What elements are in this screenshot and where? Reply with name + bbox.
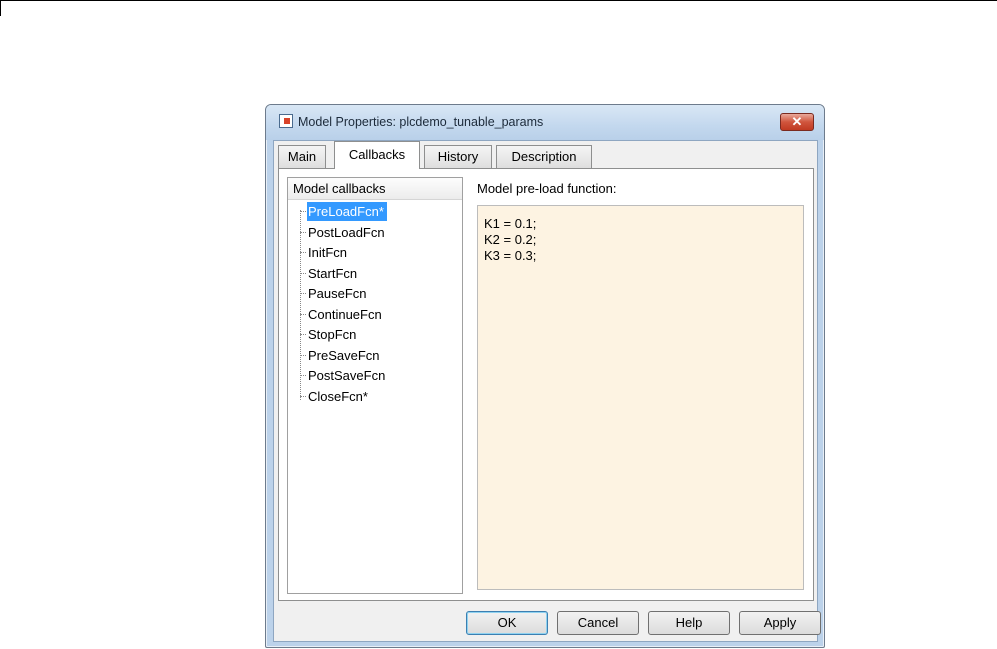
tree-item-label: InitFcn xyxy=(308,245,348,260)
tab-history-label: History xyxy=(437,149,479,164)
page-left-rule xyxy=(0,0,1,16)
dialog-client-area: Main Callbacks History Description Model… xyxy=(273,140,821,642)
window-title: Model Properties: plcdemo_tunable_params xyxy=(298,115,544,129)
editor-label: Model pre-load function: xyxy=(477,181,617,196)
code-line: K1 = 0.1; xyxy=(484,216,537,231)
close-button[interactable]: ✕ xyxy=(780,113,814,131)
help-button[interactable]: Help xyxy=(648,611,730,635)
apply-button[interactable]: Apply xyxy=(739,611,821,635)
tree-item-label: PauseFcn xyxy=(308,286,367,301)
tree-item-label: PostLoadFcn xyxy=(308,225,385,240)
code-line: K2 = 0.2; xyxy=(484,232,537,247)
tab-description[interactable]: Description xyxy=(496,145,592,168)
tree-item-label: StopFcn xyxy=(308,327,357,342)
title-bar[interactable]: Model Properties: plcdemo_tunable_params… xyxy=(266,105,824,140)
callbacks-tree: Model callbacks PreLoadFcn* PostLoadFcn … xyxy=(287,177,463,594)
ok-button[interactable]: OK xyxy=(466,611,548,635)
tab-main[interactable]: Main xyxy=(278,145,326,168)
simulink-model-icon xyxy=(279,114,293,128)
tree-item-label: PreLoadFcn* xyxy=(307,202,387,221)
tab-callbacks-label: Callbacks xyxy=(348,147,406,162)
tree-connector-line xyxy=(300,210,301,400)
tree-item-label: CloseFcn* xyxy=(308,389,368,404)
callbacks-tab-panel: Model callbacks PreLoadFcn* PostLoadFcn … xyxy=(278,168,814,601)
tab-description-label: Description xyxy=(511,149,577,164)
callback-code-editor[interactable]: K1 = 0.1; K2 = 0.2; K3 = 0.3; xyxy=(477,205,804,590)
cancel-button[interactable]: Cancel xyxy=(557,611,639,635)
tab-history[interactable]: History xyxy=(424,145,492,168)
tab-main-label: Main xyxy=(287,149,317,164)
tree-item-label: PreSaveFcn xyxy=(308,348,380,363)
tree-item-label: PostSaveFcn xyxy=(308,368,386,383)
code-line: K3 = 0.3; xyxy=(484,248,537,263)
tab-callbacks[interactable]: Callbacks xyxy=(334,141,420,169)
tree-item-label: ContinueFcn xyxy=(308,307,382,322)
model-properties-dialog: Model Properties: plcdemo_tunable_params… xyxy=(265,104,825,648)
tree-header: Model callbacks xyxy=(288,178,462,200)
tree-item-label: StartFcn xyxy=(308,266,358,281)
close-icon: ✕ xyxy=(791,114,803,129)
page-top-rule xyxy=(0,0,997,1)
